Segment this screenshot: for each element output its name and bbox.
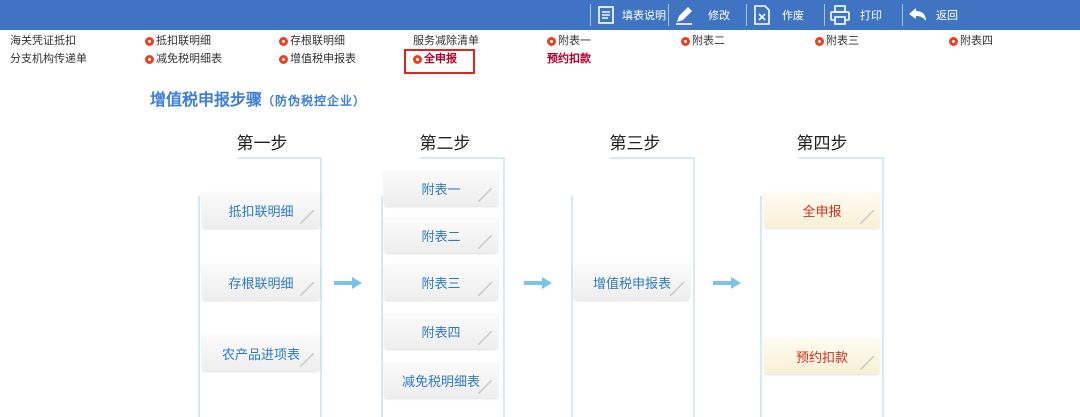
pencil-icon <box>674 5 694 25</box>
step-card-vat-return[interactable]: 增值税申报表 <box>574 264 690 300</box>
status-dot-icon <box>949 36 958 46</box>
highlight-box <box>404 49 475 74</box>
void-button[interactable]: 作废 <box>752 3 804 27</box>
step-card-schedule-1[interactable]: 附表一 <box>384 170 498 206</box>
step-card-tax-exemption[interactable]: 减免税明细表 <box>384 362 498 398</box>
toolbar-separator <box>668 4 669 26</box>
step-2-title: 第二步 <box>419 134 471 154</box>
arrow-right-icon <box>524 277 552 289</box>
step-card-schedule-3[interactable]: 附表三 <box>384 264 498 300</box>
status-dot-icon <box>145 54 154 64</box>
toolbar-separator <box>902 4 903 26</box>
step-card-label: 附表四 <box>421 325 461 341</box>
menu-link-vat-return[interactable]: 增值税申报表 <box>279 51 356 67</box>
toolbar-separator <box>590 4 591 26</box>
status-dot-icon <box>681 36 690 46</box>
step-card-label: 全申报 <box>802 204 842 220</box>
menu-link-label: 附表四 <box>960 34 993 47</box>
step-card-full-declaration[interactable]: 全申报 <box>764 192 880 228</box>
menu-link-label: 附表一 <box>558 34 591 47</box>
document-list-icon <box>596 5 616 25</box>
step-card-stub-detail[interactable]: 存根联明细 <box>202 264 320 300</box>
step-1-title: 第一步 <box>236 134 288 154</box>
toolbar-label: 修改 <box>708 9 730 22</box>
status-dot-icon <box>145 36 154 46</box>
step-card-agri-input[interactable]: 农产品进项表 <box>202 335 320 371</box>
step-card-label: 抵扣联明细 <box>228 204 294 220</box>
step-card-label: 存根联明细 <box>228 276 294 292</box>
menu-link-schedule-2[interactable]: 附表二 <box>681 33 725 49</box>
toolbar-label: 作废 <box>782 9 804 22</box>
menu-link-label: 分支机构传递单 <box>10 52 87 65</box>
top-toolbar: 填表说明 修改 作废 打印 返回 <box>0 0 1080 30</box>
step-card-label: 增值税申报表 <box>592 276 671 292</box>
menu-link-label: 附表二 <box>692 34 725 47</box>
step-card-scheduled-debit[interactable]: 预约扣款 <box>764 338 880 374</box>
step-card-label: 预约扣款 <box>795 350 848 366</box>
menu-link-schedule-3[interactable]: 附表三 <box>815 33 859 49</box>
menu-link-deduction-detail[interactable]: 抵扣联明细 <box>145 33 211 49</box>
status-dot-icon <box>815 36 824 46</box>
edit-button[interactable]: 修改 <box>674 3 730 27</box>
arrow-right-icon <box>713 277 741 289</box>
status-dot-icon <box>279 36 288 46</box>
step-card-label: 附表三 <box>421 276 461 292</box>
step-card-label: 附表二 <box>421 229 461 245</box>
void-document-icon <box>752 5 772 25</box>
menu-link-customs-voucher[interactable]: 海关凭证抵扣 <box>10 33 76 49</box>
arrow-right-icon <box>334 277 362 289</box>
menu-link-branch-transfer[interactable]: 分支机构传递单 <box>10 51 87 67</box>
menu-link-label: 抵扣联明细 <box>156 34 211 47</box>
menu-link-label: 附表三 <box>826 34 859 47</box>
printer-icon <box>830 5 850 25</box>
menu-link-label: 减免税明细表 <box>156 52 222 65</box>
menu-link-label: 预约扣款 <box>547 52 591 65</box>
fill-instructions-button[interactable]: 填表说明 <box>596 3 666 27</box>
menu-link-scheduled-debit[interactable]: 预约扣款 <box>547 51 591 67</box>
step-card-label: 附表一 <box>421 182 461 198</box>
menu-link-label: 服务减除清单 <box>413 34 479 47</box>
toolbar-separator <box>746 4 747 26</box>
menu-link-service-deduction-list[interactable]: 服务减除清单 <box>413 33 479 49</box>
menu-link-stub-detail[interactable]: 存根联明细 <box>279 33 345 49</box>
menu-link-label: 存根联明细 <box>290 34 345 47</box>
step-card-deduction-detail[interactable]: 抵扣联明细 <box>202 192 320 228</box>
toolbar-label: 打印 <box>860 9 882 22</box>
status-dot-icon <box>547 36 556 46</box>
toolbar-label: 返回 <box>936 9 958 22</box>
toolbar-separator <box>824 4 825 26</box>
page-title-text: 增值税申报步骤 <box>150 90 263 109</box>
step-card-schedule-2[interactable]: 附表二 <box>384 217 498 253</box>
menu-link-label: 增值税申报表 <box>290 52 356 65</box>
menu-link-schedule-1[interactable]: 附表一 <box>547 33 591 49</box>
page-subtitle: （防伪税控企业） <box>262 94 367 108</box>
status-dot-icon <box>279 54 288 64</box>
step-card-schedule-4[interactable]: 附表四 <box>384 313 498 349</box>
step-3-title: 第三步 <box>609 134 661 154</box>
step-card-label: 农产品进项表 <box>221 347 300 363</box>
back-button[interactable]: 返回 <box>908 3 958 27</box>
report-menu: 海关凭证抵扣 抵扣联明细 存根联明细 服务减除清单 附表一 附表二 附表三 附表… <box>0 30 1080 72</box>
menu-link-label: 海关凭证抵扣 <box>10 34 76 47</box>
step-card-label: 减免税明细表 <box>401 374 480 390</box>
page-title: 增值税申报步骤（防伪税控企业） <box>150 86 366 110</box>
menu-link-schedule-4[interactable]: 附表四 <box>949 33 993 49</box>
menu-link-tax-exemption-detail[interactable]: 减免税明细表 <box>145 51 222 67</box>
back-arrow-icon <box>908 5 928 25</box>
print-button[interactable]: 打印 <box>830 3 882 27</box>
step-4-title: 第四步 <box>796 134 848 154</box>
toolbar-label: 填表说明 <box>622 9 666 22</box>
